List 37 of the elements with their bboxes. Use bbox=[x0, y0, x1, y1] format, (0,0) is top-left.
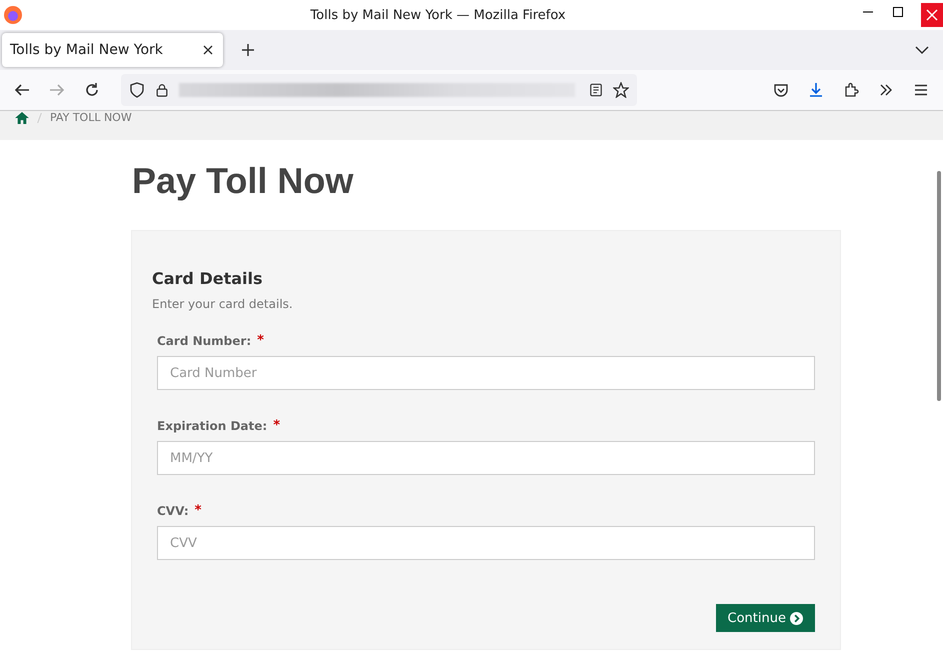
menu-icon[interactable] bbox=[913, 82, 929, 98]
close-button[interactable] bbox=[921, 3, 943, 27]
pocket-icon[interactable] bbox=[773, 82, 789, 98]
shield-icon[interactable] bbox=[129, 82, 145, 98]
input-field[interactable]: MM/YY bbox=[157, 441, 815, 475]
reader-view-icon[interactable] bbox=[589, 82, 603, 98]
close-tab-icon[interactable] bbox=[202, 45, 213, 55]
scrollbar-thumb[interactable] bbox=[937, 171, 941, 401]
input-field[interactable]: CVV bbox=[157, 526, 815, 560]
browser-logo-icon bbox=[3, 5, 23, 25]
window-title: Tolls by Mail New York — Mozilla Firefox bbox=[309, 8, 567, 22]
back-icon[interactable] bbox=[14, 82, 30, 98]
arrow-circle-icon bbox=[790, 612, 803, 624]
plus-icon bbox=[240, 43, 255, 57]
maximize-icon bbox=[892, 6, 904, 18]
required-mark: * bbox=[194, 503, 202, 518]
field-label: CVV: bbox=[157, 504, 189, 518]
breadcrumb-current: PAY TOLL NOW bbox=[50, 111, 132, 125]
required-mark: * bbox=[257, 333, 264, 348]
reload-icon[interactable] bbox=[84, 82, 100, 98]
extensions-icon[interactable] bbox=[843, 82, 859, 98]
field-label: Card Number: bbox=[157, 334, 252, 348]
page-heading: Pay Toll Now bbox=[132, 160, 354, 202]
browser-tab[interactable]: Tolls by Mail New York bbox=[2, 33, 223, 67]
card-subtitle: Enter your card details. bbox=[152, 297, 294, 311]
close-icon bbox=[926, 9, 938, 21]
tab-list-icon[interactable] bbox=[915, 45, 929, 55]
lock-icon[interactable] bbox=[155, 82, 169, 98]
download-icon[interactable] bbox=[808, 82, 824, 98]
star-icon[interactable] bbox=[613, 82, 629, 98]
home-icon[interactable] bbox=[15, 112, 29, 124]
card-title: Card Details bbox=[152, 269, 264, 288]
overflow-icon[interactable] bbox=[878, 82, 894, 98]
field-label: Expiration Date: bbox=[157, 418, 268, 432]
required-mark: * bbox=[273, 418, 280, 433]
input-field[interactable]: Card Number bbox=[157, 356, 815, 390]
continue-button[interactable]: Continue bbox=[716, 604, 815, 632]
